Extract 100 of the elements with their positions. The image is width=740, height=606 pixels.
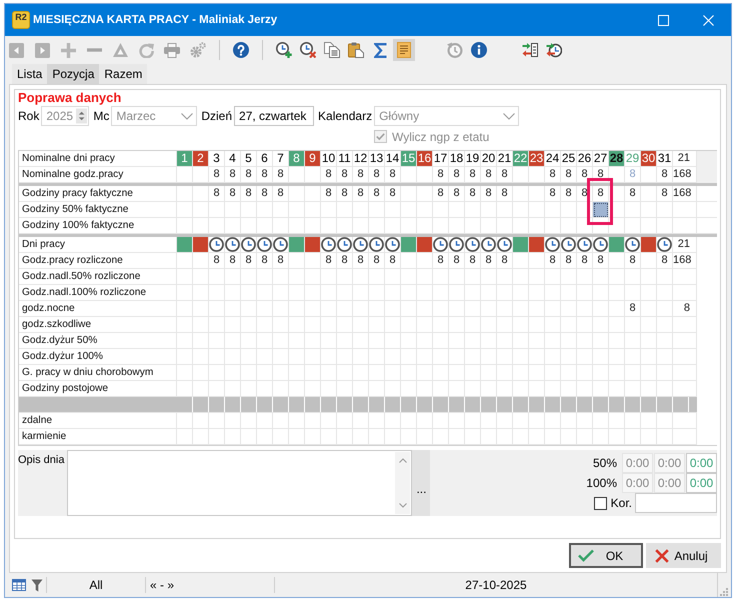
day-number-cell: 1 (177, 151, 193, 167)
table-cell-text: 8 (228, 186, 237, 201)
row-label: Nominalne dni pracy (21, 152, 116, 166)
checkbox-label: Wylicz ngp z etatu (392, 130, 490, 144)
table-cell-text: 8 (660, 186, 669, 201)
clock-icon (481, 237, 496, 252)
minus-icon (86, 48, 102, 52)
selected-cell[interactable] (593, 202, 609, 218)
table-cell-text: 8 (548, 167, 557, 182)
window-title: MIESIĘCZNA KARTA PRACY - Maliniak Jerzy (33, 14, 278, 26)
square-icon (417, 237, 432, 252)
table-icon[interactable] (12, 579, 26, 591)
ok-button[interactable]: OK (569, 543, 643, 568)
table-cell-text: 8 (468, 253, 477, 268)
table-cell-text: 8 (596, 186, 605, 201)
chevron-up-icon[interactable] (398, 458, 407, 463)
table-cell-text: 8 (244, 186, 253, 201)
day-number-cell-text: 14 (385, 151, 400, 167)
clock-cross-button[interactable] (297, 39, 319, 61)
day-number-cell-text: 17 (433, 151, 448, 167)
row-label: Godziny 100% faktyczne (21, 219, 136, 233)
table-row[interactable]: Nominalne godz.pracy 8 8 8 8 8 8 8 8 8 8 8 8 8 8 8 8 8 8 8 8 8 168 (19, 167, 717, 183)
day-number-cell: 28 (609, 151, 625, 167)
row-label: godz.szkodliwe (21, 318, 92, 332)
table-cell-text: 8 (372, 167, 381, 182)
day-number-cell: 22 (513, 151, 529, 167)
row-label: Godz.pracy rozliczone (21, 254, 124, 268)
gears-icon (190, 42, 206, 58)
total-cell-text: 168 (673, 186, 692, 201)
next-icon (34, 42, 50, 58)
field-label: 50% (592, 456, 617, 470)
row-label: Godziny pracy faktyczne (21, 187, 134, 201)
tab[interactable]: Pozycja (47, 64, 100, 84)
day-number-cell: 8 (289, 151, 305, 167)
square-icon (641, 237, 656, 252)
info-button[interactable] (468, 39, 490, 61)
table-cell-text: 8 (340, 167, 349, 182)
row-label: G. pracy w dniu chorobowym (21, 366, 154, 380)
clock-icon (385, 237, 400, 252)
tab[interactable]: Razem (99, 64, 148, 84)
clock-icon (465, 237, 480, 252)
table-cell-text: 8 (580, 186, 589, 201)
table-cell-text: 8 (484, 186, 493, 201)
document-button[interactable] (393, 39, 415, 61)
table-row[interactable]: Godziny 50% faktyczne (19, 202, 717, 218)
clock-plus-button[interactable] (273, 39, 295, 61)
table-row[interactable]: Godziny 100% faktyczne (19, 218, 717, 234)
arrows-clock-icon (546, 42, 562, 58)
day-number-cell-text: 25 (561, 151, 576, 167)
clock-icon (257, 237, 272, 252)
table-cell-text: 8 (660, 167, 669, 182)
correction-field[interactable] (635, 493, 717, 513)
table-cell-text: 8 (228, 167, 237, 182)
table-row[interactable]: Nominalne dni pracy 1 2 3 4 5 6 7 8 9 10 11 12 13 14 15 16 17 18 19 20 21 22 23 24 25 26 27 28 29 30 31 21 (19, 151, 717, 167)
field-label: Dzień (201, 109, 232, 123)
square-icon (513, 237, 528, 252)
chevron-down-icon (503, 112, 516, 120)
day-number-cell-text: 18 (449, 151, 464, 167)
square-icon (609, 237, 624, 252)
table-cell-text: 8 (356, 253, 365, 268)
document-icon (397, 42, 411, 58)
day-number-cell-text: 21 (497, 151, 512, 167)
refresh-icon (138, 42, 154, 58)
description-field[interactable] (67, 450, 412, 516)
clock-icon (369, 237, 384, 252)
clock-icon (209, 237, 224, 252)
clock-icon (497, 237, 512, 252)
table-row[interactable]: Godziny pracy faktyczne 8 8 8 8 8 8 8 8 8 8 8 8 8 8 8 8 8 8 8 8 8 168 (19, 186, 717, 202)
day-number-cell-text: 7 (276, 151, 285, 167)
table-cell-text: 8 (628, 253, 637, 268)
more-button[interactable]: ... (412, 450, 430, 516)
row-label: godz.nocne (21, 302, 76, 316)
chevron-down-icon[interactable] (398, 503, 407, 508)
app-logo: R2 (12, 11, 30, 29)
documents-button[interactable] (321, 39, 343, 61)
checkbox[interactable] (594, 496, 607, 510)
field-label: Mc (93, 109, 110, 123)
table-cell-text: 8 (564, 167, 573, 182)
close-icon[interactable] (703, 14, 714, 26)
clock-icon (449, 237, 464, 252)
table-cell-text: 8 (340, 253, 349, 268)
previous-icon (8, 42, 24, 58)
cancel-button[interactable]: Anuluj (646, 543, 721, 568)
help-button[interactable] (230, 39, 252, 61)
scrollbar[interactable] (395, 452, 410, 514)
table-cell-text: 8 (324, 167, 333, 182)
plus-icon (60, 42, 76, 58)
day-number-cell-text: 31 (657, 151, 672, 167)
table-cell-text: 8 (564, 253, 573, 268)
resize-grip-icon[interactable] (719, 587, 728, 596)
total-cell-text: 21 (676, 237, 691, 252)
filter-icon[interactable] (31, 578, 43, 592)
text-field[interactable]: 27, czwartek (234, 106, 314, 126)
clock-icon (561, 237, 576, 252)
clock-icon (241, 237, 256, 252)
table-cell-text: 8 (452, 167, 461, 182)
maximize-icon[interactable] (658, 14, 669, 26)
table-cell-text: 8 (212, 253, 221, 268)
tab[interactable]: Lista (12, 64, 48, 84)
row-label: Godziny postojowe (21, 382, 110, 396)
